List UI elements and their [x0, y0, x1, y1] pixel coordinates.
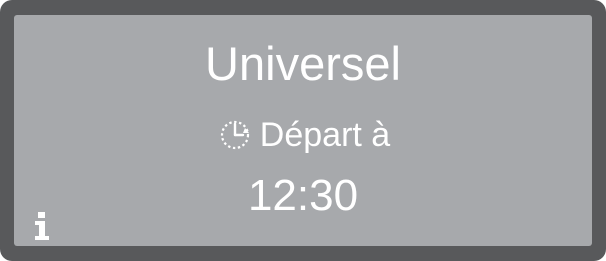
start-label: Départ à: [259, 116, 391, 154]
delayed-start-row: Départ à: [14, 113, 592, 157]
start-time: 12:30: [247, 171, 359, 220]
program-name: Universel: [205, 37, 401, 90]
clock-icon: [216, 116, 254, 154]
info-icon[interactable]: [32, 211, 52, 241]
display-screen: Universel Départ à 12:30: [14, 15, 592, 246]
display-bezel: Universel Départ à 12:30: [0, 0, 606, 261]
